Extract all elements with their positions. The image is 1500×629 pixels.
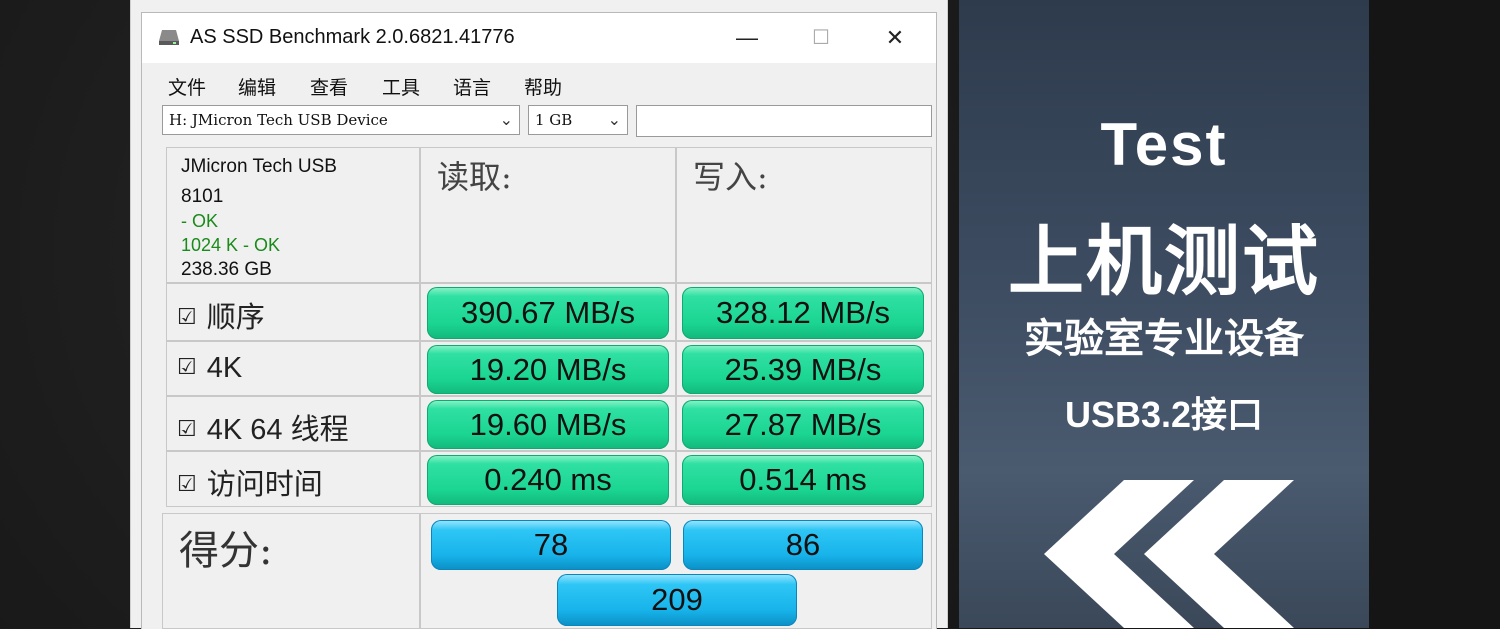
device-info-panel: JMicron Tech USB 8101 - OK 1024 K - OK 2…: [166, 147, 420, 283]
4k64-write-result: 27.87 MB/s: [682, 400, 924, 449]
score-label-cell: 得分:: [162, 513, 420, 629]
row-access-read-cell: 0.240 ms: [420, 451, 676, 507]
row-4k64-label: ☑ 4K 64 线程: [177, 406, 349, 448]
access-read-result: 0.240 ms: [427, 455, 669, 505]
row-4k64-text: 4K 64 线程: [206, 414, 349, 446]
toolbar-text-field[interactable]: [636, 105, 932, 137]
close-button[interactable]: ✕: [870, 21, 920, 55]
row-seq-text: 顺序: [206, 302, 265, 334]
menu-bar: 文件 编辑 查看 工具 语言 帮助: [142, 63, 936, 103]
row-seq-read-cell: 390.67 MB/s: [420, 283, 676, 341]
score-total: 209: [557, 574, 797, 626]
access-write-result: 0.514 ms: [682, 455, 924, 505]
alignment-status: 1024 K - OK: [181, 235, 281, 255]
promo-panel: Test 上机测试 实验室专业设备 USB3.2接口: [959, 0, 1369, 628]
seq-read-result: 390.67 MB/s: [427, 287, 669, 339]
size-select[interactable]: 1 GB ⌄: [528, 105, 628, 135]
read-header: 读取:: [437, 158, 512, 196]
menu-help[interactable]: 帮助: [524, 73, 562, 100]
row-4k-label-cell[interactable]: ☑ 4K: [166, 341, 420, 396]
device-firmware: 8101: [181, 186, 224, 207]
row-access-label: ☑ 访问时间: [177, 461, 323, 503]
4k-read-result: 19.20 MB/s: [427, 345, 669, 394]
chevron-down-icon: ⌄: [607, 110, 621, 129]
minimize-button[interactable]: —: [722, 21, 772, 55]
chevron-down-icon: ⌄: [499, 110, 513, 129]
double-chevron-left-icon: [1044, 480, 1294, 628]
score-read: 78: [431, 520, 671, 570]
row-4k-text: 4K: [206, 352, 243, 384]
promo-line-title: 上机测试: [1008, 220, 1320, 305]
row-access-write-cell: 0.514 ms: [676, 451, 932, 507]
device-name: JMicron Tech USB: [181, 156, 337, 177]
row-4k64-label-cell[interactable]: ☑ 4K 64 线程: [166, 396, 420, 451]
row-4k-read-cell: 19.20 MB/s: [420, 341, 676, 396]
drive-select[interactable]: H: JMicron Tech USB Device ⌄: [162, 105, 520, 135]
row-4k-write-cell: 25.39 MB/s: [676, 341, 932, 396]
read-column-header: 读取:: [420, 147, 676, 283]
score-values-cell: 78 86 209: [420, 513, 932, 629]
checkbox-icon[interactable]: ☑: [177, 304, 197, 329]
row-seq-write-cell: 328.12 MB/s: [676, 283, 932, 341]
write-header: 写入:: [693, 158, 768, 196]
row-4k-label: ☑ 4K: [177, 352, 242, 385]
row-access-label-cell[interactable]: ☑ 访问时间: [166, 451, 420, 507]
menu-view[interactable]: 查看: [310, 73, 348, 100]
menu-edit[interactable]: 编辑: [238, 73, 276, 100]
row-seq-label-cell[interactable]: ☑ 顺序: [166, 283, 420, 341]
row-seq-label: ☑ 顺序: [177, 294, 265, 336]
window-title: AS SSD Benchmark 2.0.6821.41776: [190, 26, 515, 48]
menu-file[interactable]: 文件: [168, 73, 206, 100]
size-select-value: 1 GB: [535, 111, 573, 129]
device-capacity: 238.36 GB: [181, 259, 272, 280]
checkbox-icon[interactable]: ☑: [177, 416, 197, 441]
promo-line-subtitle: 实验室专业设备: [1024, 317, 1304, 361]
4k-write-result: 25.39 MB/s: [682, 345, 924, 394]
row-4k64-read-cell: 19.60 MB/s: [420, 396, 676, 451]
promo-line-interface: USB3.2接口: [1064, 394, 1264, 435]
checkbox-icon[interactable]: ☑: [177, 471, 197, 496]
menu-tools[interactable]: 工具: [382, 73, 420, 100]
drive-select-value: H: JMicron Tech USB Device: [169, 111, 388, 129]
write-column-header: 写入:: [676, 147, 932, 283]
checkbox-icon[interactable]: ☑: [177, 354, 197, 379]
title-bar: AS SSD Benchmark 2.0.6821.41776 — ☐ ✕: [142, 13, 936, 63]
score-label: 得分:: [179, 528, 273, 574]
driver-status: - OK: [181, 211, 219, 231]
score-write: 86: [683, 520, 923, 570]
window-frame: AS SSD Benchmark 2.0.6821.41776 — ☐ ✕ 文件…: [141, 12, 937, 629]
row-4k64-write-cell: 27.87 MB/s: [676, 396, 932, 451]
maximize-button[interactable]: ☐: [796, 21, 846, 55]
row-access-text: 访问时间: [206, 469, 323, 501]
4k64-read-result: 19.60 MB/s: [427, 400, 669, 449]
as-ssd-window: AS SSD Benchmark 2.0.6821.41776 — ☐ ✕ 文件…: [130, 0, 948, 629]
promo-line-test: Test: [1100, 111, 1228, 178]
drive-icon: [159, 30, 179, 45]
seq-write-result: 328.12 MB/s: [682, 287, 924, 339]
menu-language[interactable]: 语言: [453, 73, 491, 100]
